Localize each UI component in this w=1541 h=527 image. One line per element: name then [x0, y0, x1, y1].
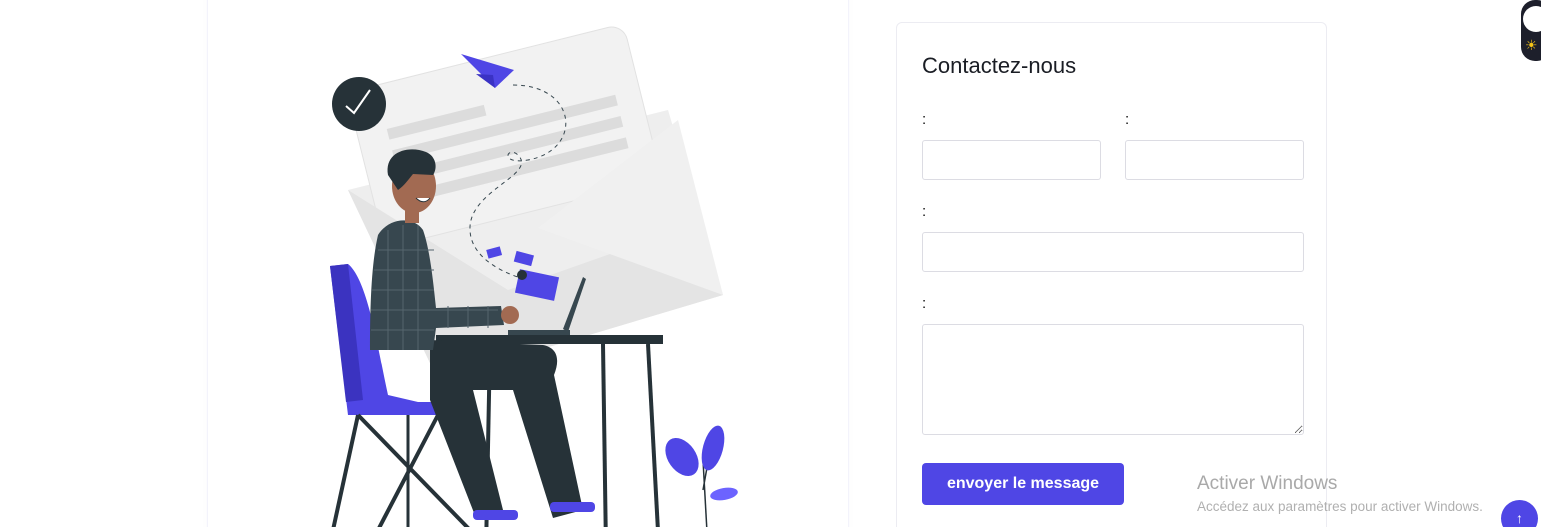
first-field-label: :	[922, 111, 927, 128]
arrow-up-icon: ↑	[1516, 510, 1523, 526]
third-field-label: :	[922, 203, 927, 220]
person-legs	[430, 340, 583, 518]
scroll-top-button[interactable]: ↑	[1501, 500, 1538, 527]
third-input[interactable]	[922, 232, 1304, 272]
contact-illustration	[330, 26, 738, 527]
windows-watermark-subtitle: Accédez aux paramètres pour activer Wind…	[1197, 499, 1483, 514]
send-message-button[interactable]: envoyer le message	[922, 463, 1124, 505]
page-title: Contactez-nous	[922, 53, 1077, 78]
sun-icon: ☀	[1525, 37, 1538, 53]
theme-toggle[interactable]: ☀	[1521, 0, 1541, 61]
illustration-card	[207, 0, 849, 527]
windows-watermark-title: Activer Windows	[1197, 473, 1338, 494]
contact-form-card: Contactez-nous : : : : envoyer le messag…	[896, 22, 1327, 527]
message-textarea[interactable]	[922, 324, 1304, 435]
toggle-knob	[1523, 6, 1541, 32]
second-field-label: :	[1125, 111, 1130, 128]
check-circle-icon	[332, 77, 386, 131]
second-input[interactable]	[1125, 140, 1304, 180]
message-field-label: :	[922, 295, 927, 312]
first-input[interactable]	[922, 140, 1101, 180]
